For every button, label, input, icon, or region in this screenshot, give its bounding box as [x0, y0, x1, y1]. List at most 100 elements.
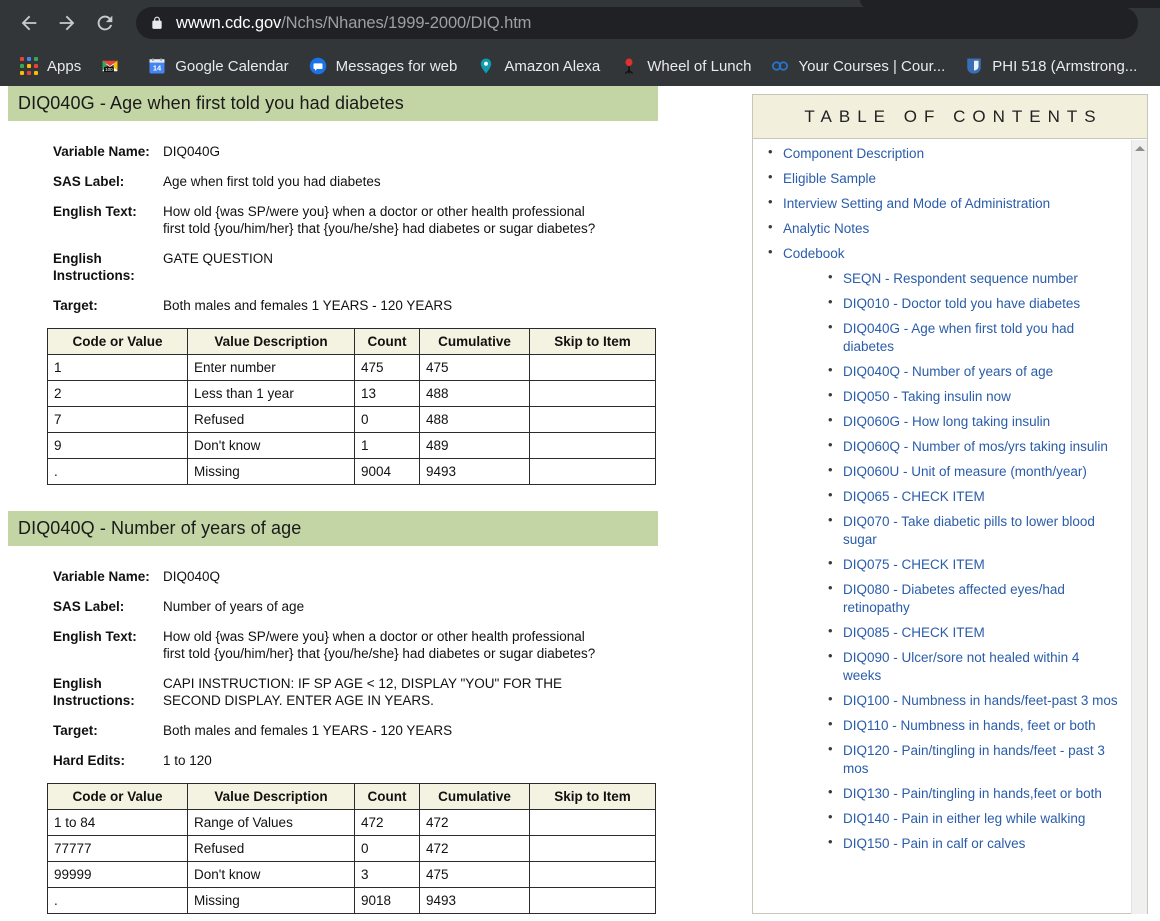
- detail-row: Target: Both males and females 1 YEARS -…: [0, 722, 700, 739]
- toc-item-diq080[interactable]: DIQ080 - Diabetes affected eyes/had reti…: [783, 581, 1119, 617]
- column-header-count: Count: [355, 329, 420, 355]
- toc-item-diq060g[interactable]: DIQ060G - How long taking insulin: [783, 413, 1119, 431]
- cell-cumulative: 475: [420, 862, 530, 888]
- toc-scrollbar[interactable]: [1131, 140, 1147, 914]
- toc-link[interactable]: DIQ090 - Ulcer/sore not healed within 4 …: [843, 650, 1079, 683]
- cell-skip: [530, 433, 656, 459]
- toc-item-diq110[interactable]: DIQ110 - Numbness in hands, feet or both: [783, 717, 1119, 735]
- forward-button[interactable]: [48, 4, 86, 42]
- toc-link[interactable]: DIQ120 - Pain/tingling in hands/feet - p…: [843, 743, 1105, 776]
- address-bar[interactable]: wwwn.cdc.gov/Nchs/Nhanes/1999-2000/DIQ.h…: [136, 7, 1138, 39]
- bookmark-messages-for-web[interactable]: Messages for web: [301, 52, 466, 80]
- cell-description: Enter number: [188, 355, 355, 381]
- toc-link[interactable]: DIQ110 - Numbness in hands, feet or both: [843, 718, 1096, 733]
- gmail-icon: 100: [101, 57, 119, 75]
- lock-icon[interactable]: [150, 15, 164, 31]
- codebook-section: DIQ040G - Age when first told you had di…: [0, 86, 700, 485]
- url-path: /Nchs/Nhanes/1999-2000/DIQ.htm: [281, 14, 531, 32]
- toc-item-diq140[interactable]: DIQ140 - Pain in either leg while walkin…: [783, 810, 1119, 828]
- bookmark-phi-518[interactable]: PHI 518 (Armstrong...: [957, 52, 1145, 80]
- detail-value: Number of years of age: [163, 598, 603, 615]
- toc-item-interview-setting[interactable]: Interview Setting and Mode of Administra…: [753, 195, 1119, 213]
- toc-item-diq050[interactable]: DIQ050 - Taking insulin now: [783, 388, 1119, 406]
- toc-link[interactable]: Component Description: [783, 146, 924, 161]
- toc-link[interactable]: DIQ085 - CHECK ITEM: [843, 625, 985, 640]
- toc-item-diq085[interactable]: DIQ085 - CHECK ITEM: [783, 624, 1119, 642]
- toc-link[interactable]: DIQ040Q - Number of years of age: [843, 364, 1053, 379]
- toc-item-diq150[interactable]: DIQ150 - Pain in calf or calves: [783, 835, 1119, 853]
- toc-item-diq060u[interactable]: DIQ060U - Unit of measure (month/year): [783, 463, 1119, 481]
- toc-link[interactable]: DIQ060U - Unit of measure (month/year): [843, 464, 1087, 479]
- toc-link[interactable]: DIQ140 - Pain in either leg while walkin…: [843, 811, 1085, 826]
- bookmark-overflow[interactable]: [1149, 52, 1160, 80]
- bookmark-amazon-alexa[interactable]: Amazon Alexa: [469, 52, 608, 80]
- toc-link[interactable]: DIQ060Q - Number of mos/yrs taking insul…: [843, 439, 1108, 454]
- toc-item-diq130[interactable]: DIQ130 - Pain/tingling in hands,feet or …: [783, 785, 1119, 803]
- bookmark-wheel-of-lunch[interactable]: Wheel of Lunch: [612, 52, 759, 80]
- toc-link[interactable]: DIQ080 - Diabetes affected eyes/had reti…: [843, 582, 1065, 615]
- detail-label: SAS Label:: [0, 173, 163, 190]
- toc-item-diq040g[interactable]: DIQ040G - Age when first told you had di…: [783, 320, 1119, 356]
- column-header-cumulative: Cumulative: [420, 329, 530, 355]
- toc-item-codebook[interactable]: Codebook SEQN - Respondent sequence numb…: [753, 245, 1119, 853]
- toc-link[interactable]: Eligible Sample: [783, 171, 876, 186]
- reload-button[interactable]: [86, 4, 124, 42]
- toc-item-eligible-sample[interactable]: Eligible Sample: [753, 170, 1119, 188]
- toc-scroll-area[interactable]: Component Description Eligible Sample In…: [753, 139, 1147, 913]
- browser-toolbar: wwwn.cdc.gov/Nchs/Nhanes/1999-2000/DIQ.h…: [0, 0, 1160, 46]
- toc-link[interactable]: DIQ070 - Take diabetic pills to lower bl…: [843, 514, 1095, 547]
- toc-list: Component Description Eligible Sample In…: [753, 145, 1147, 853]
- cell-code: 2: [48, 381, 188, 407]
- toc-item-analytic-notes[interactable]: Analytic Notes: [753, 220, 1119, 238]
- detail-label: English Instructions:: [0, 250, 163, 284]
- bookmark-google-calendar[interactable]: 14 Google Calendar: [140, 52, 296, 80]
- page-viewport: DIQ040G - Age when first told you had di…: [0, 86, 1160, 921]
- toc-link[interactable]: DIQ040G - Age when first told you had di…: [843, 321, 1074, 354]
- cell-count: 475: [355, 355, 420, 381]
- scroll-up-arrow-icon[interactable]: [1132, 140, 1148, 157]
- bookmark-your-courses[interactable]: Your Courses | Cour...: [763, 52, 953, 80]
- toc-link[interactable]: DIQ130 - Pain/tingling in hands,feet or …: [843, 786, 1102, 801]
- bookmark-gmail[interactable]: 100: [93, 52, 136, 80]
- toc-item-diq075[interactable]: DIQ075 - CHECK ITEM: [783, 556, 1119, 574]
- toc-link[interactable]: DIQ150 - Pain in calf or calves: [843, 836, 1025, 851]
- back-button[interactable]: [10, 4, 48, 42]
- toc-link[interactable]: DIQ060G - How long taking insulin: [843, 414, 1050, 429]
- toc-link[interactable]: DIQ050 - Taking insulin now: [843, 389, 1011, 404]
- cell-cumulative: 489: [420, 433, 530, 459]
- toc-link[interactable]: DIQ100 - Numbness in hands/feet-past 3 m…: [843, 693, 1118, 708]
- toc-item-seqn[interactable]: SEQN - Respondent sequence number: [783, 270, 1119, 288]
- toc-item-diq040q[interactable]: DIQ040Q - Number of years of age: [783, 363, 1119, 381]
- bookmark-apps[interactable]: Apps: [12, 52, 89, 80]
- toc-item-component-description[interactable]: Component Description: [753, 145, 1119, 163]
- toc-item-diq070[interactable]: DIQ070 - Take diabetic pills to lower bl…: [783, 513, 1119, 549]
- toc-item-diq090[interactable]: DIQ090 - Ulcer/sore not healed within 4 …: [783, 649, 1119, 685]
- detail-label: SAS Label:: [0, 598, 163, 615]
- toc-link[interactable]: DIQ075 - CHECK ITEM: [843, 557, 985, 572]
- toc-item-diq100[interactable]: DIQ100 - Numbness in hands/feet-past 3 m…: [783, 692, 1119, 710]
- table-row: 99999 Don't know 3 475: [48, 862, 656, 888]
- toc-item-diq010[interactable]: DIQ010 - Doctor told you have diabetes: [783, 295, 1119, 313]
- toc-link[interactable]: DIQ065 - CHECK ITEM: [843, 489, 985, 504]
- detail-value: How old {was SP/were you} when a doctor …: [163, 203, 603, 237]
- cell-description: Missing: [188, 459, 355, 485]
- svg-text:14: 14: [153, 64, 162, 73]
- cell-skip: [530, 407, 656, 433]
- toc-item-diq065[interactable]: DIQ065 - CHECK ITEM: [783, 488, 1119, 506]
- toc-link[interactable]: Analytic Notes: [783, 221, 869, 236]
- toc-item-diq060q[interactable]: DIQ060Q - Number of mos/yrs taking insul…: [783, 438, 1119, 456]
- bookmark-label: PHI 518 (Armstrong...: [992, 58, 1137, 75]
- detail-label: Variable Name:: [0, 143, 163, 160]
- toc-link[interactable]: DIQ010 - Doctor told you have diabetes: [843, 296, 1080, 311]
- cell-description: Missing: [188, 888, 355, 914]
- bookmark-label: Wheel of Lunch: [647, 58, 751, 75]
- toc-item-diq120[interactable]: DIQ120 - Pain/tingling in hands/feet - p…: [783, 742, 1119, 778]
- cell-skip: [530, 810, 656, 836]
- cell-cumulative: 472: [420, 836, 530, 862]
- apps-grid-icon: [20, 57, 38, 75]
- detail-label: English Instructions:: [0, 675, 163, 709]
- toc-link[interactable]: Interview Setting and Mode of Administra…: [783, 196, 1050, 211]
- toc-link[interactable]: Codebook: [783, 246, 845, 261]
- toc-link[interactable]: SEQN - Respondent sequence number: [843, 271, 1078, 286]
- cell-cumulative: 9493: [420, 888, 530, 914]
